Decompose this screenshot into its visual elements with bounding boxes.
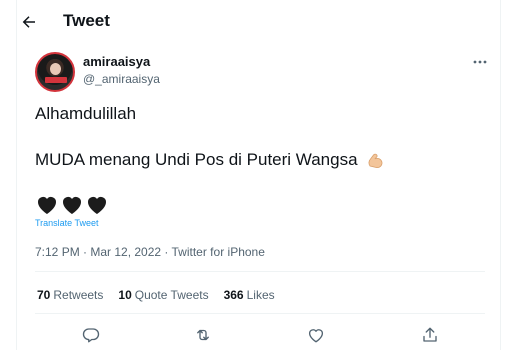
- tweet-actions: [35, 322, 485, 348]
- tweet-meta[interactable]: 7:12 PM · Mar 12, 2022 · Twitter for iPh…: [35, 245, 265, 259]
- avatar-face: [50, 63, 61, 75]
- tweet-stats: 70 Retweets 10 Quote Tweets 366 Likes: [37, 288, 290, 302]
- avatar-badge: [45, 77, 67, 83]
- translate-tweet-link[interactable]: Translate Tweet: [35, 218, 99, 228]
- share-icon[interactable]: [419, 324, 441, 346]
- black-heart-icon: [88, 197, 106, 214]
- quote-tweets-stat[interactable]: 10 Quote Tweets: [118, 288, 208, 302]
- tweet-text-line-2: MUDA menang Undi Pos di Puteri Wangsa: [35, 149, 387, 171]
- author-handle[interactable]: @_amiraaisya: [83, 72, 160, 86]
- author-name[interactable]: amiraaisya: [83, 54, 150, 69]
- tweet-text: MUDA menang Undi Pos di Puteri Wangsa: [35, 150, 358, 169]
- tweet-text-line: Alhamdulillah: [35, 104, 137, 123]
- hearts-row: [35, 193, 109, 215]
- likes-stat[interactable]: 366 Likes: [224, 288, 275, 302]
- retweet-icon[interactable]: [192, 324, 214, 346]
- black-heart-icon: [38, 197, 56, 214]
- black-heart-icon: [63, 197, 81, 214]
- back-arrow-icon[interactable]: [16, 10, 42, 34]
- more-options-icon[interactable]: [470, 56, 490, 68]
- divider: [35, 313, 485, 314]
- flexed-biceps-icon: [365, 149, 387, 171]
- reply-icon[interactable]: [80, 324, 102, 346]
- page-title: Tweet: [63, 11, 110, 30]
- divider: [35, 271, 485, 272]
- avatar[interactable]: [35, 52, 75, 92]
- retweets-stat[interactable]: 70 Retweets: [37, 288, 103, 302]
- like-icon[interactable]: [305, 324, 327, 346]
